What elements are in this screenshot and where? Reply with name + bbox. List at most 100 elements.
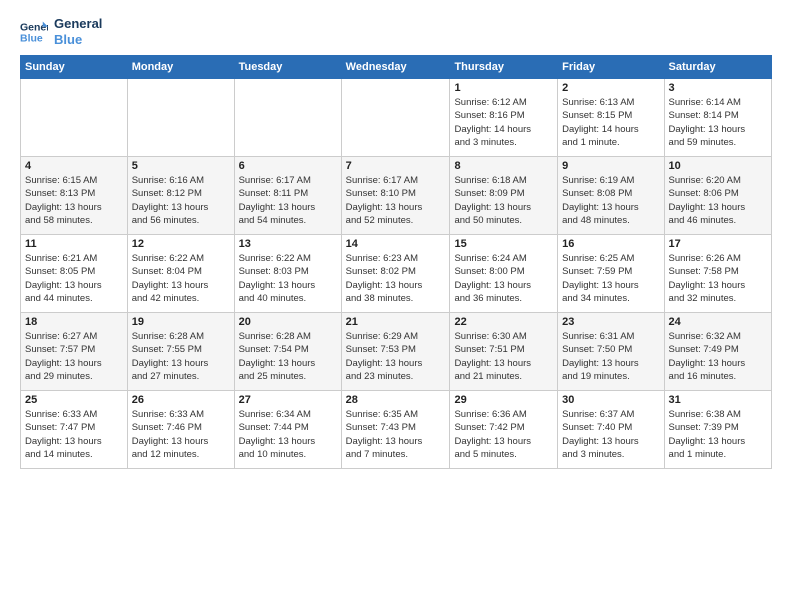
day-number: 23: [562, 316, 659, 328]
weekday-sunday: Sunday: [21, 56, 128, 79]
day-info: Sunrise: 6:22 AM Sunset: 8:03 PM Dayligh…: [239, 252, 337, 305]
day-number: 2: [562, 82, 659, 94]
day-info: Sunrise: 6:38 AM Sunset: 7:39 PM Dayligh…: [669, 408, 767, 461]
day-cell: 12 Sunrise: 6:22 AM Sunset: 8:04 PM Dayli…: [127, 235, 234, 313]
day-info: Sunrise: 6:33 AM Sunset: 7:46 PM Dayligh…: [132, 408, 230, 461]
day-cell: [127, 79, 234, 157]
day-number: 20: [239, 316, 337, 328]
page: General Blue General Blue SundayMondayTu…: [0, 0, 792, 612]
day-number: 6: [239, 160, 337, 172]
day-cell: 15 Sunrise: 6:24 AM Sunset: 8:00 PM Dayli…: [450, 235, 558, 313]
day-info: Sunrise: 6:16 AM Sunset: 8:12 PM Dayligh…: [132, 174, 230, 227]
logo-icon: General Blue: [20, 18, 48, 46]
day-number: 10: [669, 160, 767, 172]
day-info: Sunrise: 6:32 AM Sunset: 7:49 PM Dayligh…: [669, 330, 767, 383]
day-number: 26: [132, 394, 230, 406]
day-cell: 13 Sunrise: 6:22 AM Sunset: 8:03 PM Dayli…: [234, 235, 341, 313]
week-row-5: 25 Sunrise: 6:33 AM Sunset: 7:47 PM Dayli…: [21, 391, 772, 469]
day-cell: 30 Sunrise: 6:37 AM Sunset: 7:40 PM Dayli…: [558, 391, 664, 469]
day-number: 5: [132, 160, 230, 172]
day-info: Sunrise: 6:15 AM Sunset: 8:13 PM Dayligh…: [25, 174, 123, 227]
day-cell: 4 Sunrise: 6:15 AM Sunset: 8:13 PM Daylig…: [21, 157, 128, 235]
day-cell: 21 Sunrise: 6:29 AM Sunset: 7:53 PM Dayli…: [341, 313, 450, 391]
day-info: Sunrise: 6:24 AM Sunset: 8:00 PM Dayligh…: [454, 252, 553, 305]
weekday-monday: Monday: [127, 56, 234, 79]
day-info: Sunrise: 6:12 AM Sunset: 8:16 PM Dayligh…: [454, 96, 553, 149]
day-number: 24: [669, 316, 767, 328]
day-number: 13: [239, 238, 337, 250]
day-info: Sunrise: 6:37 AM Sunset: 7:40 PM Dayligh…: [562, 408, 659, 461]
day-number: 14: [346, 238, 446, 250]
day-cell: 5 Sunrise: 6:16 AM Sunset: 8:12 PM Daylig…: [127, 157, 234, 235]
logo-blue: Blue: [54, 32, 102, 48]
day-number: 3: [669, 82, 767, 94]
day-info: Sunrise: 6:33 AM Sunset: 7:47 PM Dayligh…: [25, 408, 123, 461]
day-number: 1: [454, 82, 553, 94]
day-cell: 11 Sunrise: 6:21 AM Sunset: 8:05 PM Dayli…: [21, 235, 128, 313]
day-number: 15: [454, 238, 553, 250]
day-number: 30: [562, 394, 659, 406]
day-info: Sunrise: 6:28 AM Sunset: 7:54 PM Dayligh…: [239, 330, 337, 383]
day-number: 27: [239, 394, 337, 406]
day-cell: 2Sunrise: 6:13 AM Sunset: 8:15 PM Daylig…: [558, 79, 664, 157]
week-row-1: 1 Sunrise: 6:12 AM Sunset: 8:16 PM Daylig…: [21, 79, 772, 157]
day-cell: [234, 79, 341, 157]
day-cell: [21, 79, 128, 157]
day-info: Sunrise: 6:17 AM Sunset: 8:11 PM Dayligh…: [239, 174, 337, 227]
week-row-4: 18 Sunrise: 6:27 AM Sunset: 7:57 PM Dayli…: [21, 313, 772, 391]
day-cell: 17Sunrise: 6:26 AM Sunset: 7:58 PM Dayli…: [664, 235, 771, 313]
day-info: Sunrise: 6:30 AM Sunset: 7:51 PM Dayligh…: [454, 330, 553, 383]
day-cell: 7 Sunrise: 6:17 AM Sunset: 8:10 PM Daylig…: [341, 157, 450, 235]
day-info: Sunrise: 6:36 AM Sunset: 7:42 PM Dayligh…: [454, 408, 553, 461]
day-info: Sunrise: 6:35 AM Sunset: 7:43 PM Dayligh…: [346, 408, 446, 461]
day-info: Sunrise: 6:29 AM Sunset: 7:53 PM Dayligh…: [346, 330, 446, 383]
day-info: Sunrise: 6:19 AM Sunset: 8:08 PM Dayligh…: [562, 174, 659, 227]
day-cell: 9Sunrise: 6:19 AM Sunset: 8:08 PM Daylig…: [558, 157, 664, 235]
weekday-wednesday: Wednesday: [341, 56, 450, 79]
day-info: Sunrise: 6:27 AM Sunset: 7:57 PM Dayligh…: [25, 330, 123, 383]
weekday-friday: Friday: [558, 56, 664, 79]
weekday-header-row: SundayMondayTuesdayWednesdayThursdayFrid…: [21, 56, 772, 79]
day-cell: 24 Sunrise: 6:32 AM Sunset: 7:49 PM Dayli…: [664, 313, 771, 391]
day-cell: 1 Sunrise: 6:12 AM Sunset: 8:16 PM Daylig…: [450, 79, 558, 157]
day-number: 31: [669, 394, 767, 406]
day-cell: 18 Sunrise: 6:27 AM Sunset: 7:57 PM Dayli…: [21, 313, 128, 391]
header: General Blue General Blue: [20, 16, 772, 47]
day-cell: 31 Sunrise: 6:38 AM Sunset: 7:39 PM Dayli…: [664, 391, 771, 469]
week-row-3: 11 Sunrise: 6:21 AM Sunset: 8:05 PM Dayli…: [21, 235, 772, 313]
day-cell: [341, 79, 450, 157]
day-cell: 25 Sunrise: 6:33 AM Sunset: 7:47 PM Dayli…: [21, 391, 128, 469]
day-info: Sunrise: 6:17 AM Sunset: 8:10 PM Dayligh…: [346, 174, 446, 227]
day-number: 22: [454, 316, 553, 328]
day-number: 28: [346, 394, 446, 406]
day-cell: 14 Sunrise: 6:23 AM Sunset: 8:02 PM Dayli…: [341, 235, 450, 313]
weekday-thursday: Thursday: [450, 56, 558, 79]
day-info: Sunrise: 6:25 AM Sunset: 7:59 PM Dayligh…: [562, 252, 659, 305]
day-number: 18: [25, 316, 123, 328]
day-cell: 23Sunrise: 6:31 AM Sunset: 7:50 PM Dayli…: [558, 313, 664, 391]
day-info: Sunrise: 6:22 AM Sunset: 8:04 PM Dayligh…: [132, 252, 230, 305]
day-info: Sunrise: 6:23 AM Sunset: 8:02 PM Dayligh…: [346, 252, 446, 305]
day-number: 19: [132, 316, 230, 328]
day-number: 11: [25, 238, 123, 250]
day-cell: 19 Sunrise: 6:28 AM Sunset: 7:55 PM Dayli…: [127, 313, 234, 391]
logo-text: General: [54, 16, 102, 32]
day-number: 21: [346, 316, 446, 328]
day-info: Sunrise: 6:14 AM Sunset: 8:14 PM Dayligh…: [669, 96, 767, 149]
day-cell: 10 Sunrise: 6:20 AM Sunset: 8:06 PM Dayli…: [664, 157, 771, 235]
day-cell: 22 Sunrise: 6:30 AM Sunset: 7:51 PM Dayli…: [450, 313, 558, 391]
day-info: Sunrise: 6:20 AM Sunset: 8:06 PM Dayligh…: [669, 174, 767, 227]
day-number: 25: [25, 394, 123, 406]
day-cell: 16Sunrise: 6:25 AM Sunset: 7:59 PM Dayli…: [558, 235, 664, 313]
day-number: 29: [454, 394, 553, 406]
day-info: Sunrise: 6:21 AM Sunset: 8:05 PM Dayligh…: [25, 252, 123, 305]
day-number: 7: [346, 160, 446, 172]
day-number: 12: [132, 238, 230, 250]
day-info: Sunrise: 6:18 AM Sunset: 8:09 PM Dayligh…: [454, 174, 553, 227]
svg-text:Blue: Blue: [20, 32, 43, 44]
day-number: 4: [25, 160, 123, 172]
logo: General Blue General Blue: [20, 16, 102, 47]
weekday-tuesday: Tuesday: [234, 56, 341, 79]
day-info: Sunrise: 6:28 AM Sunset: 7:55 PM Dayligh…: [132, 330, 230, 383]
calendar: SundayMondayTuesdayWednesdayThursdayFrid…: [20, 55, 772, 469]
